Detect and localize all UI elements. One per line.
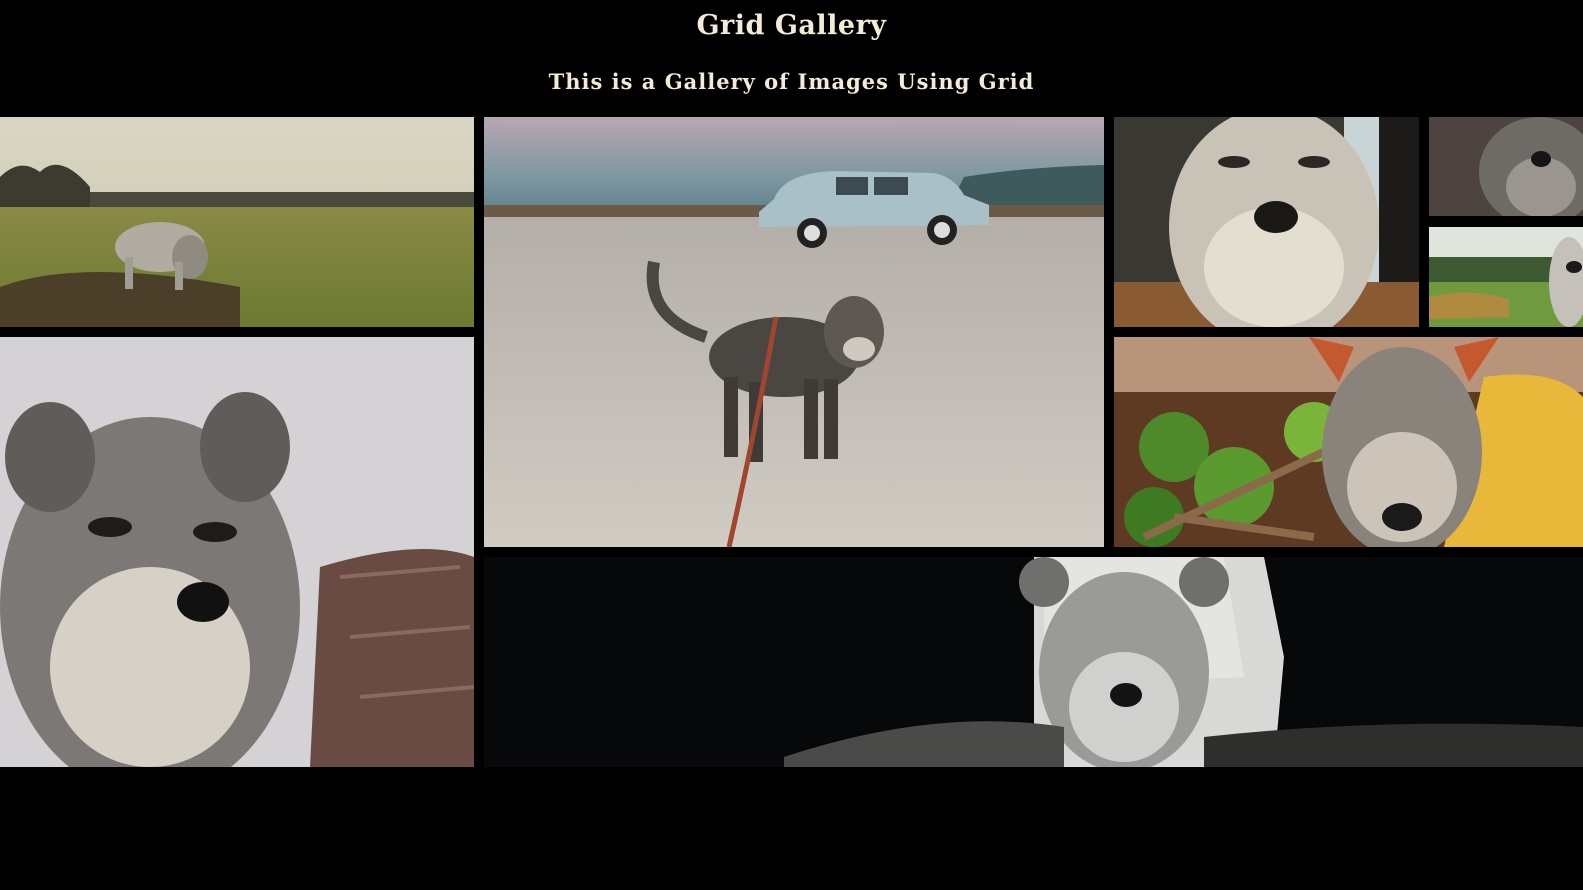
image-grid [0, 117, 1583, 767]
gallery-image-dog-in-field[interactable] [0, 117, 474, 327]
page-title: Grid Gallery [696, 10, 887, 41]
page-subtitle: This is a Gallery of Images Using Grid [548, 69, 1035, 94]
gallery-image-dog-with-car[interactable] [484, 117, 1104, 547]
gallery-image-dog-black-and-white[interactable] [484, 557, 1583, 767]
gallery-image-dog-face-closeup[interactable] [1114, 117, 1419, 327]
gallery-image-dog-on-lawn[interactable] [1429, 227, 1583, 327]
gallery-image-dog-with-yellow-hoodie[interactable] [1114, 337, 1583, 547]
gallery-image-dog-on-couch[interactable] [0, 337, 474, 767]
gallery-image-dog-face-small[interactable] [1429, 117, 1583, 216]
